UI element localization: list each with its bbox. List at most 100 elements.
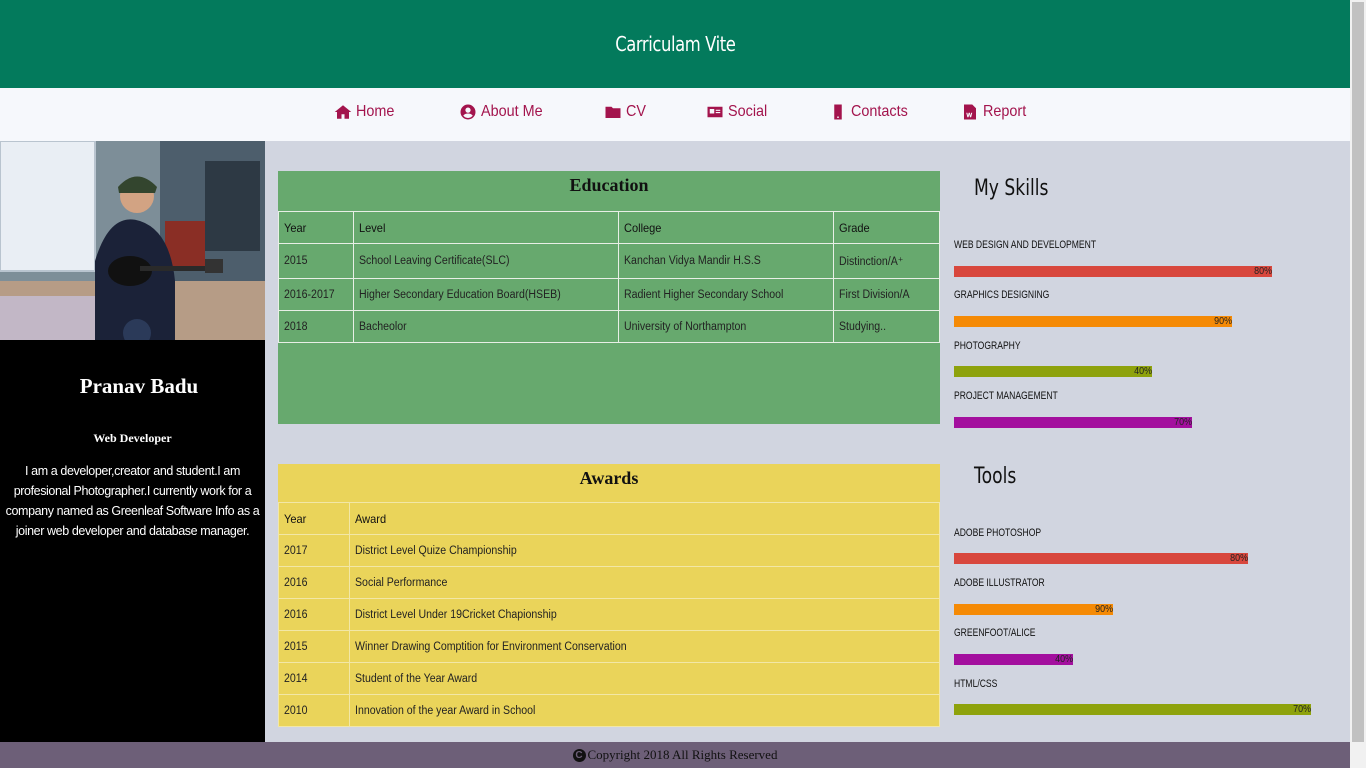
skill-value: 70% xyxy=(1174,416,1192,428)
word-document-icon xyxy=(964,104,976,120)
table-cell: Higher Secondary Education Board(HSEB) xyxy=(353,278,619,311)
table-row: 2018 Bacheolor University of Northampton… xyxy=(278,310,940,343)
education-header-grade: Grade xyxy=(833,211,940,244)
skill-label: PHOTOGRAPHY xyxy=(954,340,1021,352)
table-header-row: Year Level College Grade xyxy=(278,211,940,244)
awards-table: Year Award 2017 District Level Quize Cha… xyxy=(278,502,940,727)
footer: C Copyright 2018 All Rights Reserved xyxy=(0,742,1350,768)
tool-bar: 40% xyxy=(954,653,1073,665)
table-cell: Distinction/A⁺ xyxy=(833,243,940,279)
skill-label: GRAPHICS DESIGNING xyxy=(954,289,1050,301)
table-cell: 2015 xyxy=(278,630,350,663)
copyright-icon: C xyxy=(572,748,586,762)
tool-value: 40% xyxy=(1055,653,1073,665)
skill-bar: 40% xyxy=(954,365,1152,377)
table-cell: Innovation of the year Award in School xyxy=(349,694,940,727)
profile-name: Pranav Badu xyxy=(79,374,199,398)
table-row: 2016-2017 Higher Secondary Education Boa… xyxy=(278,278,940,311)
skill-value: 80% xyxy=(1254,265,1272,277)
nav-contacts[interactable]: Contacts xyxy=(829,103,914,121)
skill-value: 90% xyxy=(1214,315,1232,327)
table-row: 2014 Student of the Year Award xyxy=(278,662,940,695)
scrollbar-thumb[interactable] xyxy=(1352,2,1364,742)
table-row: 2015 Winner Drawing Comptition for Envir… xyxy=(278,630,940,663)
table-cell: 2015 xyxy=(278,243,354,279)
table-cell: Radient Higher Secondary School xyxy=(618,278,834,311)
awards-header-year: Year xyxy=(278,502,350,535)
table-cell: 2017 xyxy=(278,534,350,567)
nav-cv-label: CV xyxy=(626,103,647,120)
tool-label: HTML/CSS xyxy=(954,678,998,690)
skill-label: PROJECT MANAGEMENT xyxy=(954,390,1058,402)
nav-about-me-label: About Me xyxy=(481,103,543,120)
tool-value: 90% xyxy=(1095,603,1113,615)
tool-bar: 70% xyxy=(954,703,1311,715)
awards-title: Awards xyxy=(579,468,639,488)
table-cell: School Leaving Certificate(SLC) xyxy=(353,243,619,279)
vertical-scrollbar[interactable] xyxy=(1350,0,1366,768)
tool-label: GREENFOOT/ALICE xyxy=(954,627,1036,639)
education-panel: Education Year Level College Grade 2015 … xyxy=(278,171,940,424)
nav-social[interactable]: Social xyxy=(706,103,772,121)
footer-text: Copyright 2018 All Rights Reserved xyxy=(587,747,778,762)
mobile-phone-icon xyxy=(834,104,842,120)
education-title: Education xyxy=(569,175,649,195)
table-cell: Student of the Year Award xyxy=(349,662,940,695)
user-circle-icon xyxy=(460,104,476,120)
tool-label: ADOBE ILLUSTRATOR xyxy=(954,577,1045,589)
tool-value: 80% xyxy=(1230,552,1248,564)
table-cell: University of Northampton xyxy=(618,310,834,343)
profile-bio: I am a developer,creator and student.I a… xyxy=(5,464,260,538)
table-cell: First Division/A xyxy=(833,278,940,311)
site-title: Carriculam Vite xyxy=(614,32,736,56)
id-card-icon xyxy=(707,106,723,118)
tools-title: Tools xyxy=(974,464,1017,489)
table-row: 2015 School Leaving Certificate(SLC) Kan… xyxy=(278,243,940,279)
nav-home[interactable]: Home xyxy=(334,103,399,121)
skills-title: My Skills xyxy=(974,176,1049,201)
nav-report-label: Report xyxy=(983,103,1027,120)
table-cell: Bacheolor xyxy=(353,310,619,343)
header-bar: Carriculam Vite xyxy=(0,0,1350,88)
table-row: 2017 District Level Quize Championship xyxy=(278,534,940,567)
nav-about-me[interactable]: About Me xyxy=(459,103,549,121)
tool-label: ADOBE PHOTOSHOP xyxy=(954,527,1042,539)
skill-bar: 70% xyxy=(954,416,1192,428)
table-cell: Studying.. xyxy=(833,310,940,343)
tool-bar: 80% xyxy=(954,552,1248,564)
nav-contacts-label: Contacts xyxy=(851,103,908,120)
table-cell: Kanchan Vidya Mandir H.S.S xyxy=(618,243,834,279)
skill-label: WEB DESIGN AND DEVELOPMENT xyxy=(954,239,1097,251)
nav-report[interactable]: Report xyxy=(961,103,1031,121)
education-header-college: College xyxy=(618,211,834,244)
table-cell: 2016 xyxy=(278,566,350,599)
profile-photo xyxy=(0,141,265,340)
education-header-level: Level xyxy=(353,211,619,244)
awards-panel: Awards Year Award 2017 District Level Qu… xyxy=(278,464,940,727)
nav-cv[interactable]: CV xyxy=(604,103,648,121)
awards-header-award: Award xyxy=(349,502,940,535)
home-icon xyxy=(334,105,352,119)
nav-home-label: Home xyxy=(356,103,395,120)
table-cell: 2010 xyxy=(278,694,350,727)
tool-bar: 90% xyxy=(954,603,1113,615)
skill-value: 40% xyxy=(1134,365,1152,377)
profile-role: Web Developer xyxy=(93,431,172,445)
education-table: Year Level College Grade 2015 School Lea… xyxy=(278,211,940,343)
profile-sidebar: Pranav Badu Web Developer I am a develop… xyxy=(0,141,265,742)
nav-social-label: Social xyxy=(728,103,768,120)
table-row: 2016 Social Performance xyxy=(278,566,940,599)
table-cell: 2016-2017 xyxy=(278,278,354,311)
tool-value: 70% xyxy=(1293,703,1311,715)
folder-icon xyxy=(605,106,621,118)
table-cell: 2018 xyxy=(278,310,354,343)
table-cell: Social Performance xyxy=(349,566,940,599)
table-cell: District Level Quize Championship xyxy=(349,534,940,567)
education-header-year: Year xyxy=(278,211,354,244)
table-header-row: Year Award xyxy=(278,502,940,535)
table-cell: Winner Drawing Comptition for Environmen… xyxy=(349,630,940,663)
table-cell: 2014 xyxy=(278,662,350,695)
main-nav: Home About Me CV Social Contacts Report xyxy=(0,88,1350,141)
table-cell: 2016 xyxy=(278,598,350,631)
skill-bar: 90% xyxy=(954,315,1232,327)
